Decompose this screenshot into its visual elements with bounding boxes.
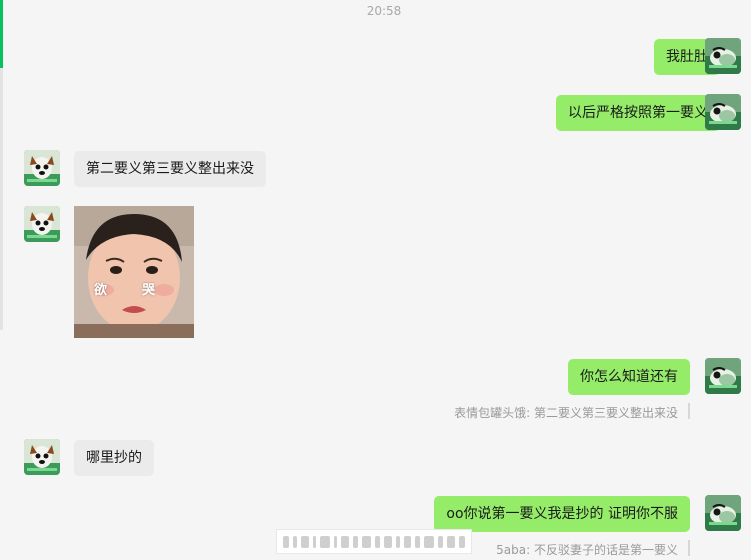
message-bubble-sent[interactable]: 以后严格按照第一要义 bbox=[556, 95, 720, 131]
cartoon-dog-avatar-icon bbox=[24, 150, 60, 186]
sticker-caption-right: 哭 bbox=[142, 283, 156, 298]
avatar[interactable] bbox=[705, 94, 741, 130]
quote-divider bbox=[688, 403, 690, 419]
cartoon-dog-avatar-icon bbox=[24, 439, 60, 475]
redacted-overlay bbox=[276, 529, 472, 554]
avatar[interactable] bbox=[24, 206, 60, 242]
cartoon-dog-avatar-icon bbox=[705, 358, 741, 394]
quoted-message[interactable]: 5aba: 不反驳妻子的话是第一要义 bbox=[496, 541, 678, 558]
message-bubble-sent[interactable]: oo你说第一要义我是抄的 证明你不服 bbox=[434, 496, 690, 532]
cartoon-dog-avatar-icon bbox=[705, 94, 741, 130]
quoted-message[interactable]: 表情包罐头饿: 第二要义第三要义整出来没 bbox=[454, 404, 678, 421]
quote-divider bbox=[688, 540, 690, 556]
avatar[interactable] bbox=[705, 495, 741, 531]
message-bubble-sent[interactable]: 你怎么知道还有 bbox=[568, 359, 690, 395]
cartoon-dog-avatar-icon bbox=[705, 495, 741, 531]
message-bubble-received[interactable]: 第二要义第三要义整出来没 bbox=[74, 151, 266, 187]
cartoon-dog-avatar-icon bbox=[705, 38, 741, 74]
avatar[interactable] bbox=[24, 439, 60, 475]
sticker-image[interactable]: 欲 哭 bbox=[74, 206, 194, 338]
scroll-track[interactable] bbox=[0, 68, 3, 330]
sticker-caption-left: 欲 bbox=[94, 283, 108, 298]
message-bubble-received[interactable]: 哪里抄的 bbox=[74, 440, 154, 476]
avatar[interactable] bbox=[705, 358, 741, 394]
chat-panel: 20:58 我肚肚 以后严格按照第一要义 第二要义第三要义整出来没 欲 哭 你怎… bbox=[0, 0, 751, 560]
message-timestamp: 20:58 bbox=[366, 4, 402, 18]
crying-baby-sticker bbox=[74, 206, 194, 338]
cartoon-dog-avatar-icon bbox=[24, 206, 60, 242]
avatar[interactable] bbox=[24, 150, 60, 186]
avatar[interactable] bbox=[705, 38, 741, 74]
